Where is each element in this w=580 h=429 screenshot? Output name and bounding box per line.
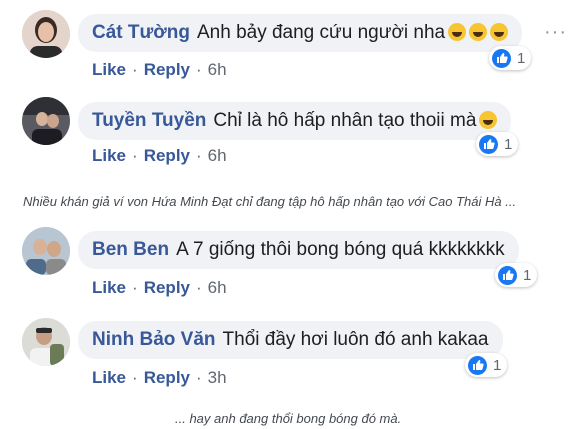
reaction-count[interactable]: 1 bbox=[476, 132, 519, 156]
comment-actions: Like · Reply · 3h bbox=[92, 368, 227, 388]
comment-text: A 7 giống thôi bong bóng quá kkkkkkkk bbox=[176, 239, 505, 260]
like-link[interactable]: Like bbox=[92, 278, 126, 298]
commenter-name[interactable]: Ben Ben bbox=[92, 239, 169, 261]
reaction-count-label: 1 bbox=[523, 266, 532, 284]
reaction-count-label: 1 bbox=[517, 49, 526, 67]
avatar[interactable] bbox=[22, 318, 70, 366]
separator: · bbox=[132, 368, 138, 387]
image-caption: ... hay anh đang thổi bong bóng đó mà. bbox=[175, 411, 402, 426]
reaction-count[interactable]: 1 bbox=[495, 263, 538, 287]
comment-bubble: Cát Tường Anh bảy đang cứu người nha bbox=[78, 14, 523, 52]
comment-text: Chỉ là hô hấp nhân tạo thoii mà bbox=[213, 110, 477, 131]
grinning-emoji bbox=[490, 23, 509, 41]
timestamp[interactable]: 6h bbox=[208, 146, 227, 166]
grinning-emoji bbox=[479, 111, 498, 129]
separator: · bbox=[196, 368, 202, 387]
comment-actions: Like · Reply · 6h bbox=[92, 146, 227, 166]
reply-link[interactable]: Reply bbox=[144, 146, 190, 166]
reaction-count[interactable]: 1 bbox=[489, 46, 532, 70]
commenter-name[interactable]: Cát Tường bbox=[92, 22, 190, 44]
reply-link[interactable]: Reply bbox=[144, 278, 190, 298]
thumbs-up-icon bbox=[468, 355, 487, 375]
timestamp[interactable]: 6h bbox=[208, 60, 227, 80]
like-link[interactable]: Like bbox=[92, 60, 126, 80]
separator: · bbox=[132, 60, 138, 79]
separator: · bbox=[132, 278, 138, 297]
comment-text: Thổi đầy hơi luôn đó anh kakaa bbox=[222, 329, 489, 350]
comment-bubble: Ben Ben A 7 giống thôi bong bóng quá kkk… bbox=[78, 231, 519, 269]
comment-bubble: Tuyền Tuyền Chỉ là hô hấp nhân tạo thoii… bbox=[78, 102, 512, 140]
separator: · bbox=[196, 60, 202, 79]
timestamp[interactable]: 6h bbox=[208, 278, 227, 298]
thumbs-up-icon bbox=[479, 134, 498, 154]
grinning-emoji bbox=[448, 23, 467, 41]
like-link[interactable]: Like bbox=[92, 146, 126, 166]
reply-link[interactable]: Reply bbox=[144, 368, 190, 388]
avatar[interactable] bbox=[22, 227, 70, 275]
reaction-count-label: 1 bbox=[493, 356, 502, 374]
avatar[interactable] bbox=[22, 97, 70, 145]
separator: · bbox=[196, 146, 202, 165]
reaction-count[interactable]: 1 bbox=[465, 353, 508, 377]
reaction-count-label: 1 bbox=[504, 135, 513, 153]
comment-actions: Like · Reply · 6h bbox=[92, 278, 227, 298]
comment-actions: Like · Reply · 6h bbox=[92, 60, 227, 80]
grinning-emoji bbox=[469, 23, 488, 41]
timestamp[interactable]: 3h bbox=[208, 368, 227, 388]
reply-link[interactable]: Reply bbox=[144, 60, 190, 80]
like-link[interactable]: Like bbox=[92, 368, 126, 388]
more-dots-icon[interactable]: ··· bbox=[544, 21, 567, 44]
image-caption: Nhiều khán giả ví von Hứa Minh Đạt chỉ đ… bbox=[23, 194, 517, 209]
commenter-name[interactable]: Ninh Bảo Văn bbox=[92, 329, 216, 351]
thumbs-up-icon bbox=[498, 265, 517, 285]
separator: · bbox=[196, 278, 202, 297]
commenter-name[interactable]: Tuyền Tuyền bbox=[92, 110, 206, 132]
avatar[interactable] bbox=[22, 10, 70, 58]
separator: · bbox=[132, 146, 138, 165]
comment-bubble: Ninh Bảo Văn Thổi đầy hơi luôn đó anh ka… bbox=[78, 321, 503, 359]
comment-text: Anh bảy đang cứu người nha bbox=[196, 22, 446, 43]
thumbs-up-icon bbox=[492, 48, 511, 68]
